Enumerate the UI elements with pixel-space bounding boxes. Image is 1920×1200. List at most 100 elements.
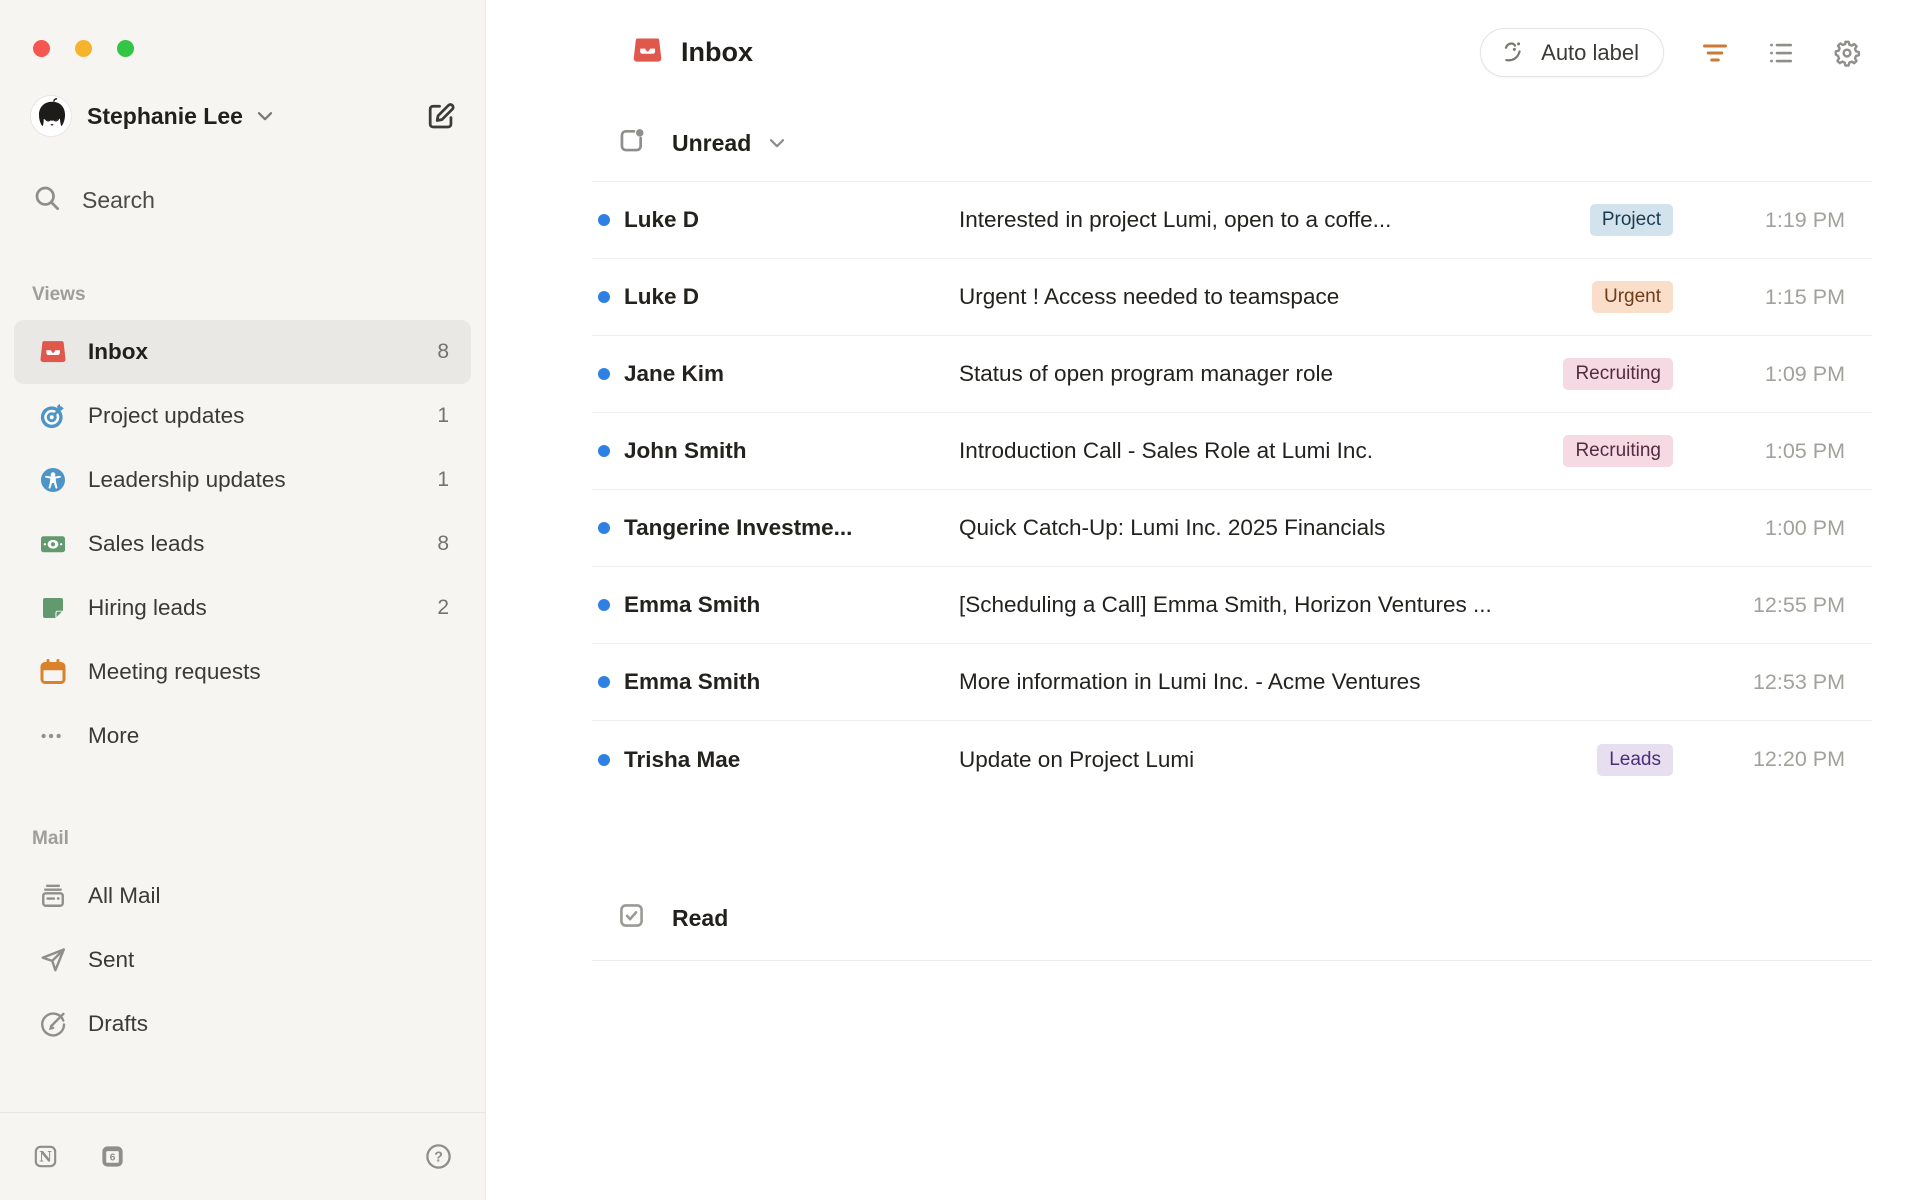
- email-row[interactable]: Jane Kim Status of open program manager r…: [592, 336, 1872, 413]
- unread-dot: [598, 599, 610, 611]
- email-row[interactable]: Luke D Interested in project Lumi, open t…: [592, 182, 1872, 259]
- email-time: 1:15 PM: [1764, 284, 1845, 309]
- email-list: Luke D Interested in project Lumi, open t…: [592, 182, 1872, 798]
- sidebar-item-label: Drafts: [88, 1011, 149, 1036]
- unread-dot: [598, 445, 610, 457]
- email-time: 1:00 PM: [1764, 515, 1845, 540]
- unread-dot: [598, 676, 610, 688]
- traffic-zoom[interactable]: [117, 40, 134, 57]
- email-tag: Urgent: [1591, 281, 1673, 313]
- email-subject: Urgent ! Access needed to teamspace: [959, 284, 1340, 309]
- sidebar-item-label: Inbox: [88, 339, 148, 364]
- auto-label-icon: [1501, 38, 1528, 68]
- sidebar-item-more[interactable]: More: [14, 704, 471, 768]
- email-sender: Tangerine Investme...: [624, 515, 853, 540]
- search-button[interactable]: Search: [32, 183, 457, 218]
- email-time: 12:20 PM: [1752, 747, 1845, 771]
- sidebar-item-label: Sent: [88, 947, 135, 972]
- svg-text:6: 6: [110, 1153, 116, 1164]
- more-icon: [38, 721, 68, 751]
- email-row[interactable]: Emma Smith More information in Lumi Inc. …: [592, 644, 1872, 721]
- email-tag: Project: [1589, 204, 1673, 236]
- search-label: Search: [82, 187, 155, 213]
- email-row[interactable]: Tangerine Investme... Quick Catch-Up: Lum…: [592, 490, 1872, 567]
- auto-label-button[interactable]: Auto label: [1480, 28, 1664, 77]
- email-sender: Emma Smith: [624, 669, 761, 694]
- sidebar-item-leadership-updates[interactable]: Leadership updates 1: [14, 448, 471, 512]
- sidebar-item-label: Sales leads: [88, 531, 205, 556]
- svg-text:?: ?: [434, 1150, 443, 1166]
- email-subject: Introduction Call - Sales Role at Lumi I…: [959, 438, 1373, 463]
- email-row[interactable]: Emma Smith [Scheduling a Call] Emma Smith…: [592, 567, 1872, 644]
- email-time: 12:55 PM: [1752, 592, 1845, 617]
- sidebar-item-label: All Mail: [88, 883, 161, 908]
- chevron-down-icon[interactable]: [253, 104, 277, 128]
- target-icon: [38, 401, 68, 431]
- sidebar-item-label: Hiring leads: [88, 595, 207, 620]
- unread-count-badge: 1: [437, 404, 449, 427]
- email-tag: Recruiting: [1563, 435, 1673, 467]
- sidebar-item-inbox[interactable]: Inbox 8: [14, 320, 471, 384]
- mail-nav: All Mail Sent Drafts: [0, 864, 485, 1056]
- list-view-icon[interactable]: [1766, 38, 1796, 68]
- email-subject: [Scheduling a Call] Emma Smith, Horizon …: [959, 592, 1492, 617]
- send-icon: [38, 945, 68, 975]
- sidebar-item-sales-leads[interactable]: Sales leads 8: [14, 512, 471, 576]
- sidebar-item-label: Leadership updates: [88, 467, 286, 492]
- sidebar-footer: N 6 ?: [0, 1112, 485, 1200]
- note-icon: [38, 593, 68, 623]
- sidebar-item-label: Meeting requests: [88, 659, 261, 684]
- chevron-down-icon[interactable]: [765, 131, 789, 155]
- main-header: Inbox Auto label: [486, 0, 1920, 77]
- account-name: Stephanie Lee: [87, 102, 243, 129]
- read-group-header[interactable]: Read: [486, 900, 1920, 936]
- account-row[interactable]: Stephanie Lee: [30, 95, 457, 137]
- settings-gear-icon[interactable]: [1832, 38, 1862, 68]
- traffic-close[interactable]: [33, 40, 50, 57]
- email-row[interactable]: John Smith Introduction Call - Sales Role…: [592, 413, 1872, 490]
- unread-group-header[interactable]: Unread: [486, 125, 1920, 161]
- email-tag: Recruiting: [1563, 358, 1673, 390]
- calendar-app-icon[interactable]: 6: [99, 1143, 126, 1170]
- unread-dot: [598, 368, 610, 380]
- filter-icon[interactable]: [1700, 38, 1730, 68]
- sidebar-item-project-updates[interactable]: Project updates 1: [14, 384, 471, 448]
- email-time: 1:05 PM: [1764, 438, 1845, 463]
- email-row[interactable]: Luke D Urgent ! Access needed to teamspac…: [592, 259, 1872, 336]
- sidebar-item-hiring-leads[interactable]: Hiring leads 2: [14, 576, 471, 640]
- inbox-icon: [38, 337, 68, 367]
- sidebar-item-drafts[interactable]: Drafts: [14, 992, 471, 1056]
- email-sender: Jane Kim: [624, 361, 725, 386]
- window-controls: [0, 0, 485, 57]
- email-subject: More information in Lumi Inc. - Acme Ven…: [959, 669, 1421, 694]
- unread-count-badge: 2: [437, 596, 449, 619]
- sidebar-item-sent[interactable]: Sent: [14, 928, 471, 992]
- svg-text:N: N: [39, 1149, 52, 1165]
- unread-dot: [598, 214, 610, 226]
- email-subject: Quick Catch-Up: Lumi Inc. 2025 Financial…: [959, 515, 1386, 540]
- email-time: 12:53 PM: [1752, 669, 1845, 694]
- sidebar-item-all-mail[interactable]: All Mail: [14, 864, 471, 928]
- email-sender: Emma Smith: [624, 592, 761, 617]
- unread-count-badge: 8: [437, 340, 449, 363]
- person-circle-icon: [38, 465, 68, 495]
- email-time: 1:19 PM: [1764, 207, 1845, 232]
- unread-dot: [598, 291, 610, 303]
- search-icon: [32, 183, 62, 218]
- help-icon[interactable]: ?: [424, 1142, 453, 1171]
- traffic-minimize[interactable]: [75, 40, 92, 57]
- unread-icon: [616, 125, 647, 161]
- read-group-label: Read: [672, 904, 729, 931]
- notion-app-icon[interactable]: N: [32, 1143, 59, 1170]
- email-subject: Interested in project Lumi, open to a co…: [959, 207, 1392, 232]
- sidebar-item-meeting-requests[interactable]: Meeting requests: [14, 640, 471, 704]
- email-tag: Leads: [1597, 743, 1673, 776]
- compose-button[interactable]: [424, 100, 457, 133]
- sidebar-item-label: Project updates: [88, 403, 245, 428]
- email-sender: Luke D: [624, 284, 700, 309]
- drafts-icon: [38, 1009, 68, 1039]
- section-label-views: Views: [32, 284, 86, 305]
- read-checkbox-icon: [616, 900, 647, 936]
- email-row[interactable]: Trisha Mae Update on Project Lumi Leads 12:…: [592, 721, 1872, 798]
- email-sender: Trisha Mae: [624, 746, 741, 772]
